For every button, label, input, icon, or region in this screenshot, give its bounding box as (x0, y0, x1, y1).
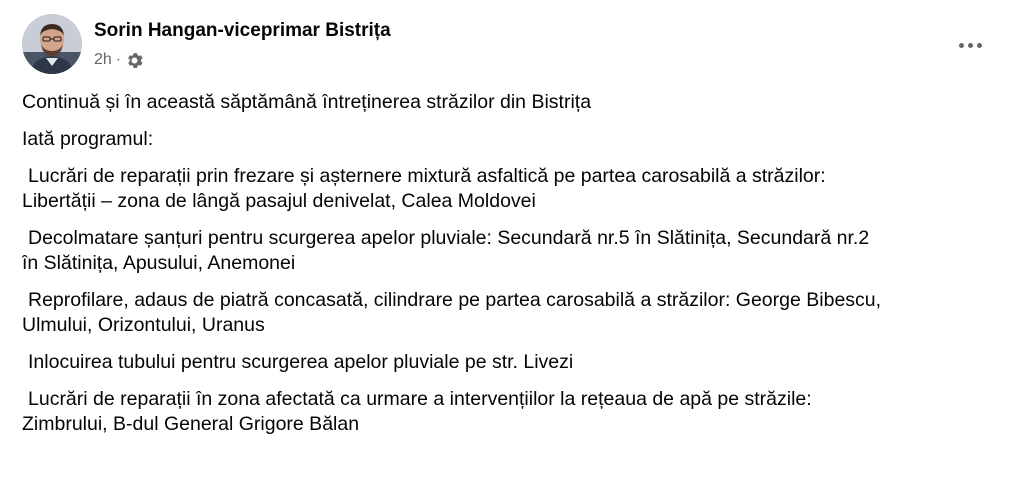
profile-photo (22, 14, 82, 74)
post-paragraph-program: Iată programul: (22, 128, 154, 150)
post-header: Sorin Hangan-viceprimar Bistrița 2h · (22, 14, 992, 78)
meta-separator: · (115, 51, 122, 68)
post-item-line: Inlocuirea tubului pentru scurgerea apel… (28, 351, 574, 373)
post-paragraph-intro: Continuă și în această săptămână întreți… (22, 91, 592, 113)
post-item-line: Decolmatare șanțuri pentru scurgerea ape… (28, 227, 870, 249)
more-dot (958, 42, 964, 48)
more-dot (967, 42, 973, 48)
post-item: Reprofilare, adaus de piatră concasată, … (22, 288, 992, 338)
post-time[interactable]: 2h (94, 51, 112, 69)
post-item: Lucrări de reparații în zona afectată ca… (22, 387, 992, 437)
post-item: Lucrări de reparații prin frezare și așt… (22, 164, 992, 214)
more-options-icon[interactable] (950, 30, 990, 60)
post-item-line: în Slătinița, Apusului, Anemonei (22, 252, 296, 274)
post-item-line: Lucrări de reparații în zona afectată ca… (28, 388, 812, 410)
post-item: Inlocuirea tubului pentru scurgerea apel… (22, 350, 992, 375)
post-item-line: Ulmului, Orizontului, Uranus (22, 314, 265, 336)
post-body: Continuă și în această săptămână întreți… (22, 90, 992, 449)
avatar[interactable] (22, 14, 82, 74)
post-meta: 2h · (94, 51, 143, 69)
post-item-line: Zimbrului, B-dul General Grigore Bălan (22, 413, 360, 435)
more-dot (976, 42, 982, 48)
post-item-line: Libertății – zona de lângă pasajul deniv… (22, 190, 536, 212)
post-item-line: Reprofilare, adaus de piatră concasată, … (28, 289, 882, 311)
post-item: Decolmatare șanțuri pentru scurgerea ape… (22, 226, 992, 276)
post-item-line: Lucrări de reparații prin frezare și așt… (28, 165, 826, 187)
post-card: Sorin Hangan-viceprimar Bistrița 2h · Co… (0, 0, 1014, 498)
gear-icon[interactable] (126, 52, 143, 69)
author-name[interactable]: Sorin Hangan-viceprimar Bistrița (94, 20, 391, 42)
